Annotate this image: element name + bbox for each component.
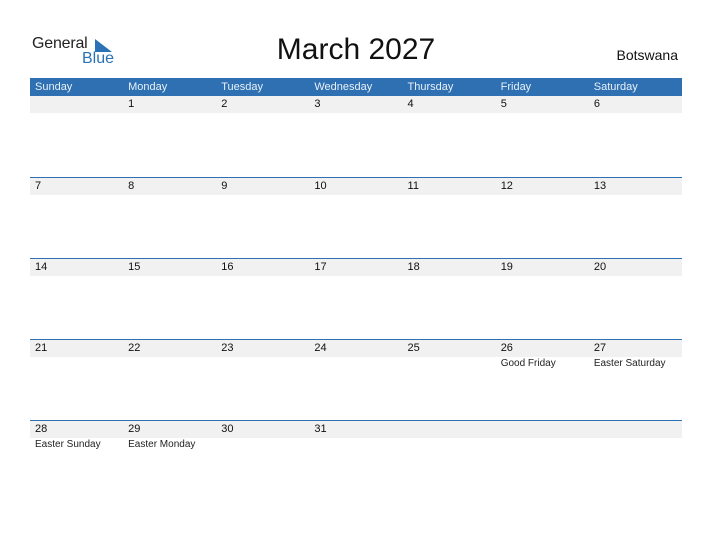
- day-number: 20: [593, 261, 607, 273]
- holiday-label: Easter Monday: [128, 439, 196, 450]
- weekday-tuesday: Tuesday: [221, 81, 264, 93]
- week-row: 21 22 23 24 25 26 Good Friday 27 Easter Saturday: [30, 339, 682, 421]
- week-row: 1 2 3 4 5 6: [30, 96, 682, 177]
- day-number: 18: [407, 261, 420, 273]
- day-number: 19: [500, 261, 513, 273]
- day-cell: 31: [309, 421, 402, 502]
- day-number: 10: [314, 180, 327, 192]
- country-label: Botswana: [616, 47, 678, 63]
- day-number: 3: [314, 98, 321, 110]
- day-number: 11: [407, 180, 419, 192]
- day-cell: 19: [496, 259, 589, 340]
- day-number: 2: [221, 98, 228, 110]
- day-cell: 3: [309, 96, 402, 177]
- day-cell: 22: [123, 340, 216, 421]
- day-cell: 2: [216, 96, 309, 177]
- day-number: 14: [35, 261, 48, 273]
- day-number: 30: [221, 423, 234, 435]
- week-row: 7 8 9 10 11 12 13: [30, 177, 682, 259]
- weekday-wednesday: Wednesday: [314, 81, 373, 93]
- day-cell: 16: [216, 259, 309, 340]
- day-cell: 30: [216, 421, 309, 502]
- day-number: 17: [314, 261, 327, 273]
- day-number: 28: [35, 423, 48, 435]
- day-number: 27: [593, 342, 607, 354]
- day-cell: [589, 421, 682, 502]
- week-row: 14 15 16 17 18 19 20: [30, 258, 682, 340]
- day-number: 6: [593, 98, 600, 110]
- day-number: 26: [500, 342, 513, 354]
- day-cell: 21: [30, 340, 123, 421]
- holiday-label: Good Friday: [500, 358, 556, 369]
- day-cell: [496, 421, 589, 502]
- calendar-title: March 2027: [276, 33, 436, 66]
- week-row: 28 Easter Sunday 29 Easter Monday 30 31: [30, 420, 682, 502]
- day-cell: 18: [403, 259, 496, 340]
- day-number: 29: [128, 423, 141, 435]
- day-cell: 28 Easter Sunday: [30, 421, 123, 502]
- holiday-label: Easter Sunday: [35, 439, 101, 450]
- day-cell: 15: [123, 259, 216, 340]
- day-cell: 4: [403, 96, 496, 177]
- day-number: 23: [221, 342, 234, 354]
- day-cell: 20: [589, 259, 682, 340]
- weekday-monday: Monday: [128, 81, 168, 93]
- weekday-thursday: Thursday: [407, 81, 454, 93]
- day-number: 5: [500, 98, 507, 110]
- day-cell: 17: [309, 259, 402, 340]
- day-cell: 26 Good Friday: [496, 340, 589, 421]
- weekday-saturday: Saturday: [593, 81, 638, 93]
- day-cell: 13: [589, 178, 682, 259]
- day-cell: 27 Easter Saturday: [589, 340, 682, 421]
- day-number: 12: [500, 180, 513, 192]
- day-number: 1: [128, 98, 135, 110]
- day-number: 24: [314, 342, 327, 354]
- day-number: 13: [593, 180, 607, 192]
- day-number: 15: [128, 261, 141, 273]
- day-number: 7: [35, 180, 42, 192]
- day-cell: 14: [30, 259, 123, 340]
- day-cell: 9: [216, 178, 309, 259]
- day-cell: 12: [496, 178, 589, 259]
- weekday-sunday: Sunday: [35, 81, 73, 93]
- day-cell: 24: [309, 340, 402, 421]
- day-cell: 6: [589, 96, 682, 177]
- day-number: 8: [128, 180, 135, 192]
- day-number: 21: [35, 342, 48, 354]
- day-cell: 8: [123, 178, 216, 259]
- day-cell: 23: [216, 340, 309, 421]
- day-number: 25: [407, 342, 420, 354]
- day-cell: 29 Easter Monday: [123, 421, 216, 502]
- day-cell: [403, 421, 496, 502]
- day-number: 16: [221, 261, 234, 273]
- day-cell: 11: [403, 178, 496, 259]
- day-cell: 1: [123, 96, 216, 177]
- day-cell: 5: [496, 96, 589, 177]
- day-number: 9: [221, 180, 228, 192]
- day-cell: [30, 96, 123, 177]
- weekday-friday: Friday: [500, 81, 532, 93]
- holiday-label: Easter Saturday: [593, 358, 666, 369]
- day-number: 22: [128, 342, 141, 354]
- day-cell: 7: [30, 178, 123, 259]
- day-cell: 25: [403, 340, 496, 421]
- day-number: 4: [407, 98, 414, 110]
- day-number: 31: [314, 423, 327, 435]
- weekday-header: Sunday Monday Tuesday Wednesday Thursday…: [30, 78, 682, 96]
- day-cell: 10: [309, 178, 402, 259]
